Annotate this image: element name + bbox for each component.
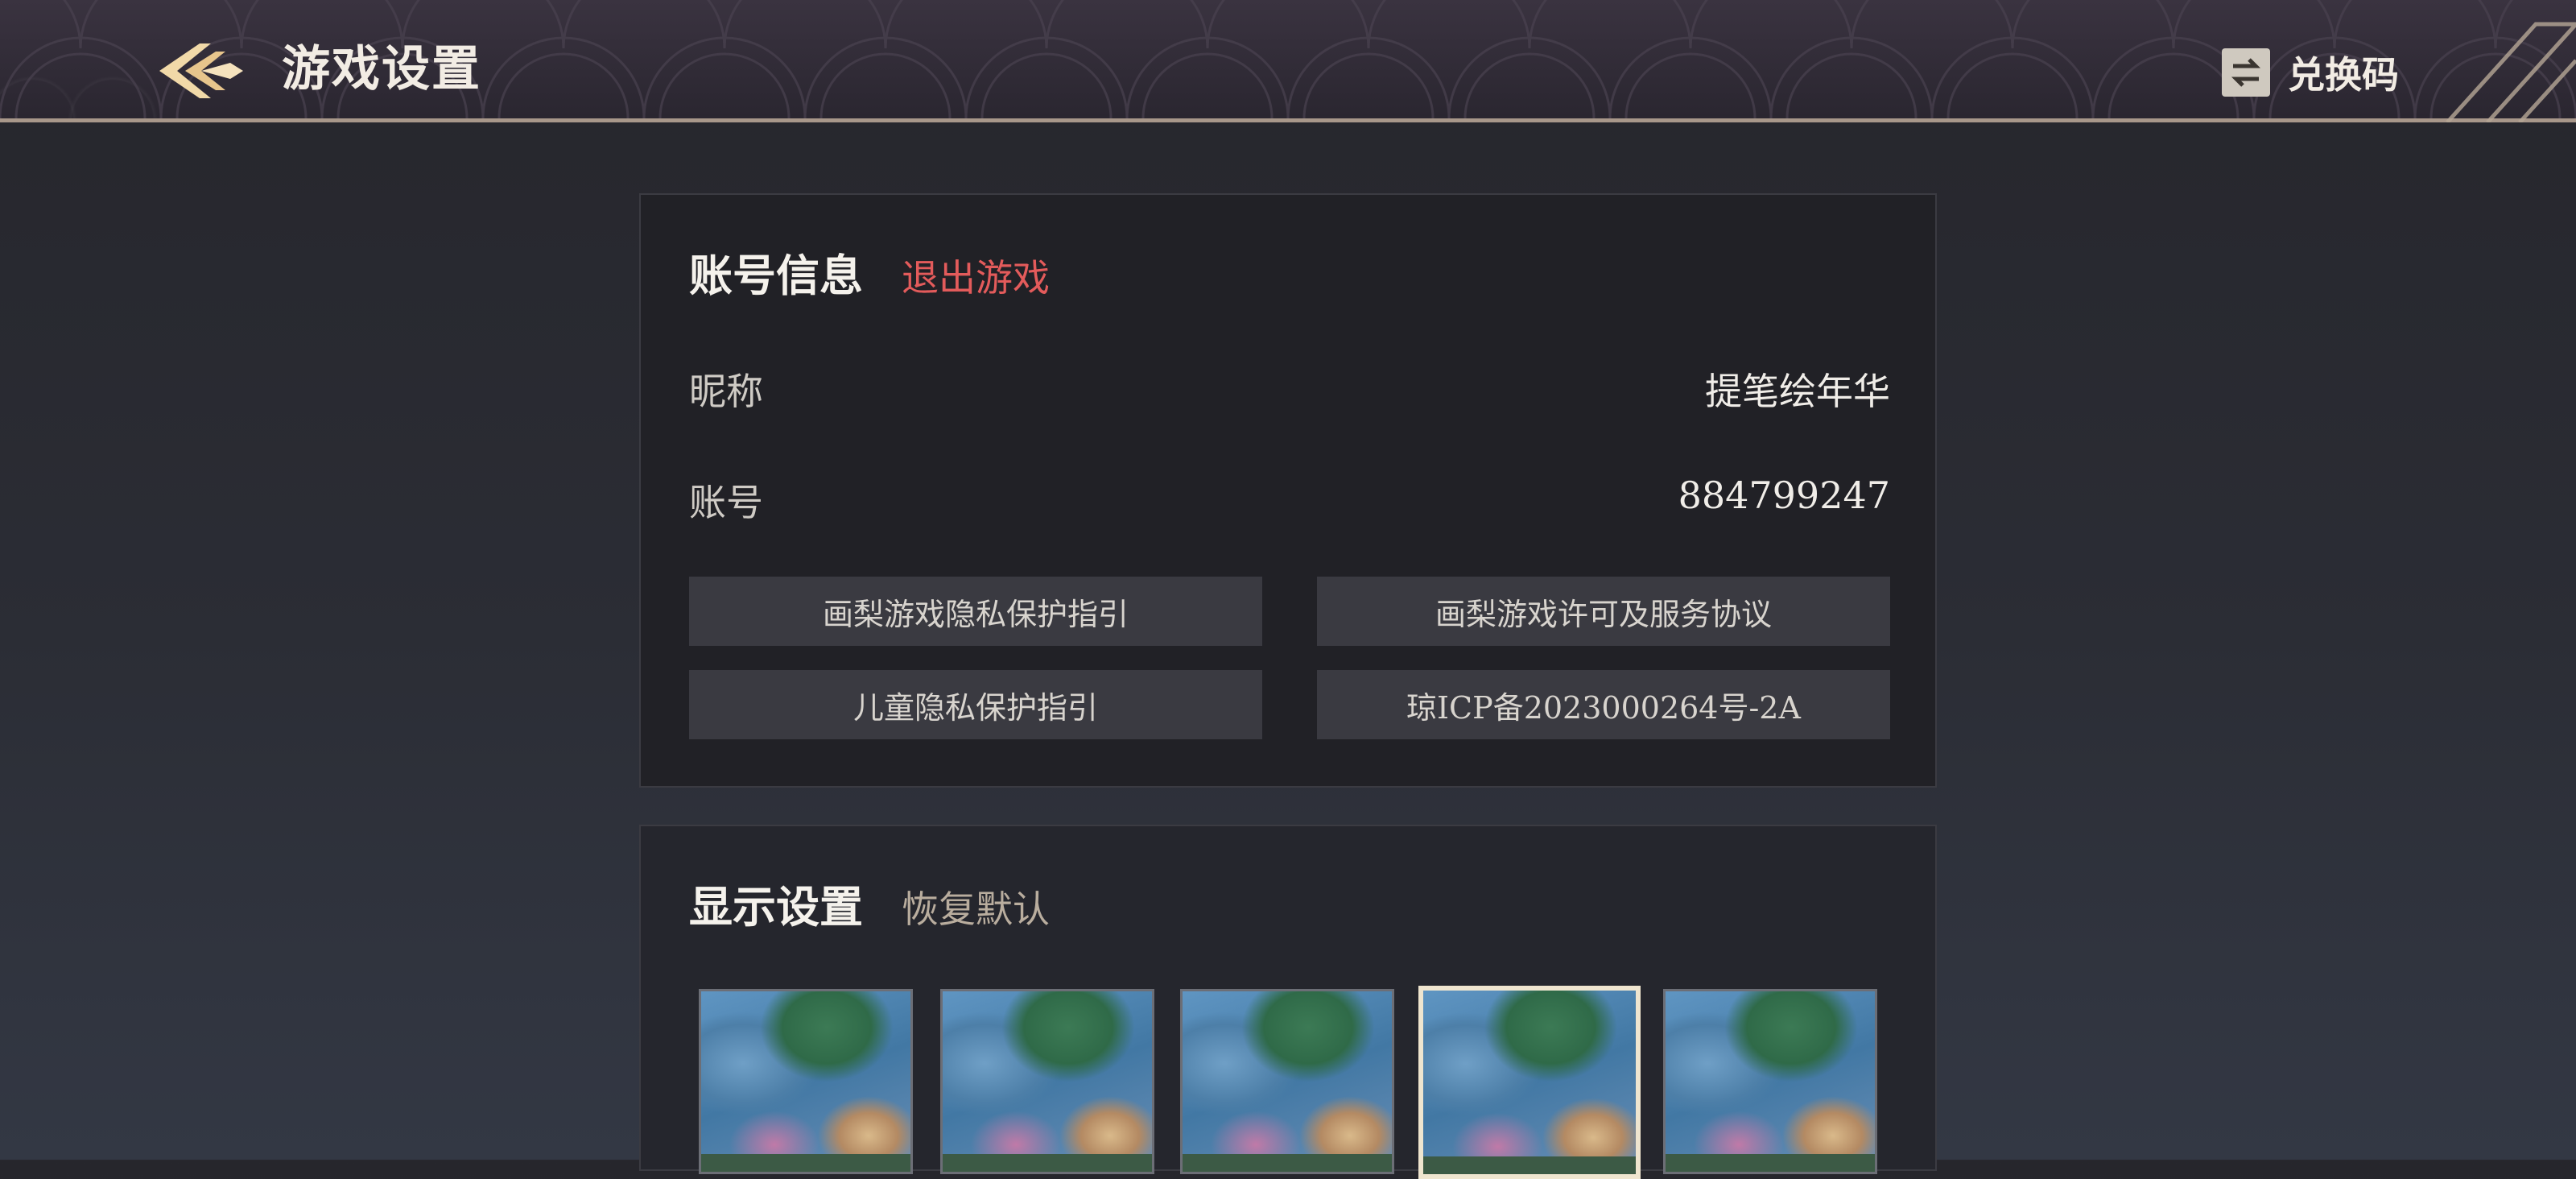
- license-agreement-button[interactable]: 画梨游戏许可及服务协议: [1317, 577, 1890, 646]
- icp-license-button[interactable]: 琼ICP备2023000264号-2A: [1317, 670, 1890, 739]
- account-info-panel: 账号信息 退出游戏 昵称 提笔绘年华 账号 884799247 画梨游戏隐私保护…: [639, 193, 1937, 788]
- display-option-2[interactable]: [940, 989, 1154, 1174]
- corner-line-decoration: [2446, 22, 2576, 122]
- back-arrow-icon: [159, 43, 243, 98]
- account-label: 账号: [689, 481, 763, 524]
- redeem-code-button[interactable]: 兑换码: [2222, 47, 2399, 98]
- redeem-code-label: 兑换码: [2288, 53, 2399, 97]
- nickname-label: 昵称: [689, 370, 763, 413]
- account-section-title: 账号信息: [689, 250, 863, 301]
- exchange-icon: [2222, 48, 2270, 97]
- account-section-header: 账号信息 退出游戏: [689, 240, 1050, 304]
- account-value: 884799247: [1678, 474, 1890, 517]
- nickname-value: 提笔绘年华: [1705, 370, 1890, 413]
- child-privacy-guide-button[interactable]: 儿童隐私保护指引: [689, 670, 1262, 739]
- page-title: 游戏设置: [282, 41, 481, 97]
- top-bar: 游戏设置 兑换码: [0, 0, 2576, 122]
- restore-default-button[interactable]: 恢复默认: [902, 880, 1050, 933]
- display-option-5[interactable]: [1663, 989, 1877, 1174]
- back-button[interactable]: [153, 39, 250, 103]
- display-option-3[interactable]: [1180, 989, 1394, 1174]
- logout-button[interactable]: 退出游戏: [902, 249, 1050, 302]
- display-option-1[interactable]: [699, 989, 913, 1174]
- display-option-4-selected[interactable]: [1418, 986, 1641, 1179]
- display-section-title: 显示设置: [689, 881, 863, 933]
- privacy-guide-button[interactable]: 画梨游戏隐私保护指引: [689, 577, 1262, 646]
- display-section-header: 显示设置 恢复默认: [689, 871, 1050, 935]
